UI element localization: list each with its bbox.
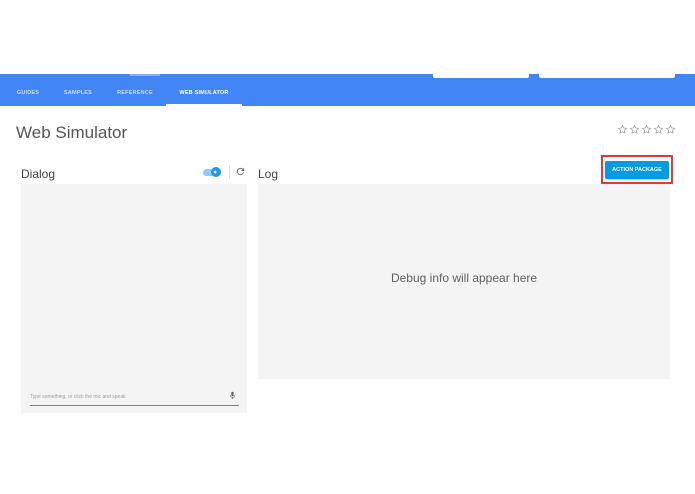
toolbar-divider	[229, 165, 230, 179]
microphone-icon[interactable]	[228, 390, 237, 401]
log-heading: Log	[258, 167, 279, 181]
header-search-field[interactable]	[433, 74, 529, 78]
tab-samples[interactable]: SAMPLES	[56, 74, 100, 106]
log-empty-message: Debug info will appear here	[390, 271, 538, 285]
dialog-panel	[21, 184, 247, 413]
star-outline-icon[interactable]	[641, 124, 652, 135]
star-outline-icon[interactable]	[629, 124, 640, 135]
tab-web-simulator[interactable]: WEB SIMULATOR	[166, 74, 242, 106]
toggle-thumb	[211, 167, 221, 177]
page-title: Web Simulator	[16, 123, 128, 142]
dialog-text-input[interactable]	[30, 391, 220, 403]
audio-toggle[interactable]	[203, 167, 221, 177]
tab-guides[interactable]: GUIDES	[10, 74, 46, 106]
tab-reference[interactable]: REFERENCE	[110, 74, 160, 106]
action-package-button[interactable]: ACTION PACKAGE	[605, 161, 669, 179]
log-panel: Debug info will appear here	[258, 184, 670, 379]
star-outline-icon[interactable]	[653, 124, 664, 135]
dialog-heading: Dialog	[21, 167, 56, 181]
speaker-icon	[213, 170, 218, 174]
refresh-icon[interactable]	[235, 166, 246, 177]
header-project-field[interactable]	[539, 74, 675, 78]
top-nav-bar: GUIDES SAMPLES REFERENCE WEB SIMULATOR	[0, 74, 695, 106]
star-outline-icon[interactable]	[617, 124, 628, 135]
dialog-input-row	[30, 389, 239, 406]
star-outline-icon[interactable]	[665, 124, 676, 135]
rating-stars[interactable]	[617, 124, 676, 135]
